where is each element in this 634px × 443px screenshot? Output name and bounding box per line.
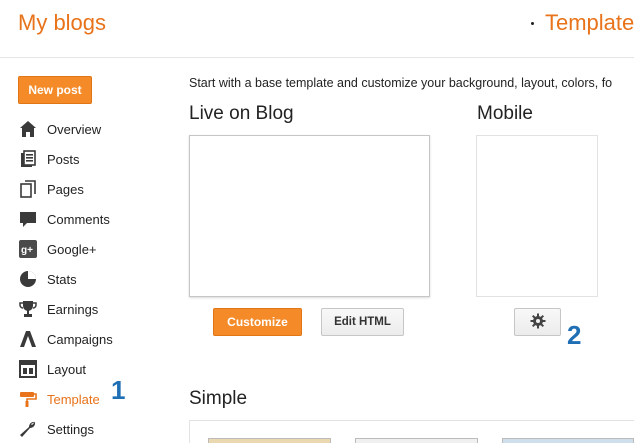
sidebar-item-comments[interactable]: Comments <box>18 204 168 234</box>
intro-text: Start with a base template and customize… <box>189 76 613 90</box>
stats-icon <box>18 269 38 289</box>
sidebar-item-earnings[interactable]: Earnings <box>18 294 168 324</box>
sidebar-item-label: Pages <box>47 181 84 197</box>
posts-icon <box>18 149 38 169</box>
sidebar-nav: Overview Posts Pages Comments g+ Google+… <box>18 114 168 443</box>
mobile-heading: Mobile <box>477 103 533 124</box>
sidebar-item-label: Campaigns <box>47 331 113 347</box>
customize-button[interactable]: Customize <box>213 308 302 336</box>
sidebar-item-overview[interactable]: Overview <box>18 114 168 144</box>
trophy-icon <box>18 299 38 319</box>
template-thumbnail[interactable] <box>355 438 478 443</box>
app-title[interactable]: My blogs <box>18 10 106 36</box>
google-plus-icon: g+ <box>18 239 38 259</box>
sidebar-item-layout[interactable]: Layout <box>18 354 168 384</box>
gear-icon <box>530 313 546 332</box>
sidebar-item-template[interactable]: Template <box>18 384 168 414</box>
sidebar-item-campaigns[interactable]: Campaigns <box>18 324 168 354</box>
sidebar-item-label: Posts <box>47 151 80 167</box>
sidebar-item-settings[interactable]: Settings <box>18 414 168 443</box>
annotation-marker-1: 1 <box>111 375 126 405</box>
annotation-marker-2: 2 <box>567 320 582 350</box>
template-thumbnail[interactable] <box>502 438 634 443</box>
paint-roller-icon <box>18 389 38 409</box>
svg-text:g+: g+ <box>21 245 33 256</box>
pages-icon <box>18 179 38 199</box>
mobile-settings-button[interactable] <box>514 308 561 336</box>
live-template-preview[interactable] <box>189 135 430 297</box>
edit-html-button[interactable]: Edit HTML <box>321 308 404 336</box>
comment-icon <box>18 209 38 229</box>
sidebar-item-label: Layout <box>47 361 87 377</box>
page-title: Template <box>545 10 634 35</box>
new-post-button[interactable]: New post <box>18 76 92 104</box>
sidebar-item-stats[interactable]: Stats <box>18 264 168 294</box>
sidebar-item-posts[interactable]: Posts <box>18 144 168 174</box>
sidebar-item-label: Stats <box>47 271 77 287</box>
home-icon <box>18 119 38 139</box>
mobile-template-preview[interactable] <box>476 135 598 297</box>
adwords-icon <box>18 329 38 349</box>
layout-icon <box>18 359 38 379</box>
sidebar-item-pages[interactable]: Pages <box>18 174 168 204</box>
sidebar-item-google-plus[interactable]: g+ Google+ <box>18 234 168 264</box>
sidebar-item-label: Comments <box>47 211 110 227</box>
sidebar-item-label: Earnings <box>47 301 99 317</box>
wrench-icon <box>18 419 38 439</box>
sidebar-item-label: Template <box>47 391 100 407</box>
simple-heading: Simple <box>189 388 248 409</box>
template-thumbnail[interactable] <box>208 438 331 443</box>
title-separator-dot <box>531 22 534 25</box>
live-on-blog-heading: Live on Blog <box>189 103 294 124</box>
sidebar-item-label: Settings <box>47 421 94 437</box>
top-bar: My blogs Template <box>0 0 634 58</box>
sidebar-item-label: Google+ <box>47 241 97 257</box>
sidebar-item-label: Overview <box>47 121 102 137</box>
